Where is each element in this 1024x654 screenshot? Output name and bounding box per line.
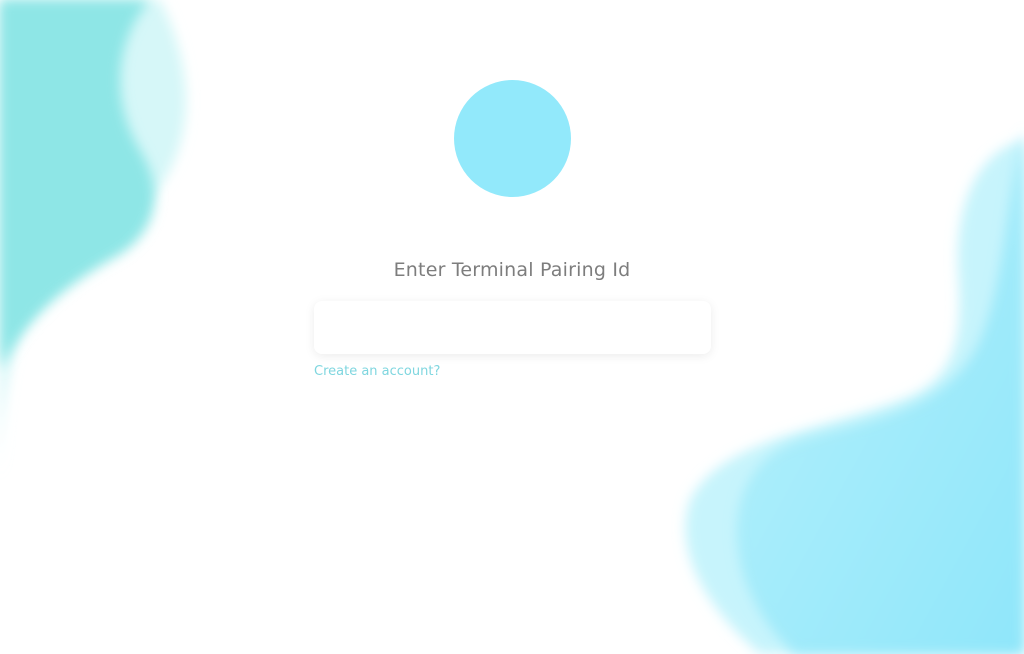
create-account-link[interactable]: Create an account? (314, 364, 440, 379)
left-wave-main (0, 0, 155, 370)
left-wave-light (0, 0, 187, 490)
page-title: Enter Terminal Pairing Id (393, 259, 631, 281)
right-wave-main (736, 130, 1024, 654)
right-wave-light (685, 140, 1024, 654)
pairing-id-input[interactable] (314, 301, 711, 354)
login-page: Enter Terminal Pairing Id Create an acco… (0, 0, 1024, 654)
logo-circle (454, 80, 571, 197)
